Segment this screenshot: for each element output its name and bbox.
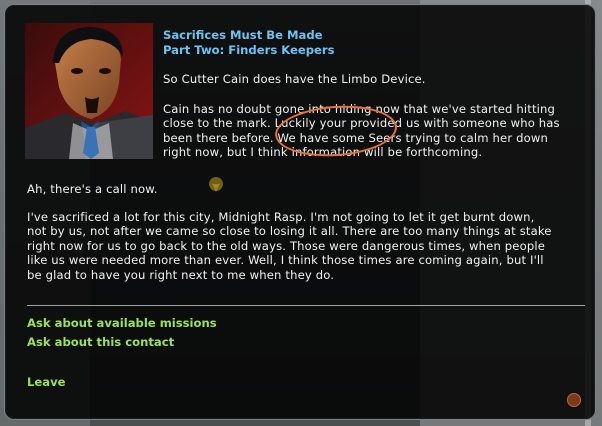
dialog-paragraph-3: Ah, there's a call now. — [27, 182, 158, 196]
options-divider — [27, 305, 585, 306]
dialog-paragraph-4: I've sacrificed a lot for this city, Mid… — [27, 210, 552, 282]
ask-contact-option[interactable]: Ask about this contact — [27, 335, 174, 349]
contact-dialog: Sacrifices Must Be Made Part Two: Finder… — [4, 4, 596, 420]
resize-grip-icon[interactable] — [567, 393, 581, 407]
map-marker-icon — [209, 177, 223, 192]
mission-title-block: Sacrifices Must Be Made Part Two: Finder… — [163, 28, 335, 58]
ask-missions-option[interactable]: Ask about available missions — [27, 316, 217, 330]
contact-portrait-image — [25, 23, 153, 159]
mission-subtitle: Part Two: Finders Keepers — [163, 43, 335, 57]
mission-title: Sacrifices Must Be Made — [163, 28, 323, 42]
dialog-paragraph-1: So Cutter Cain does have the Limbo Devic… — [163, 72, 426, 86]
contact-portrait — [25, 23, 153, 159]
leave-option[interactable]: Leave — [27, 375, 66, 389]
